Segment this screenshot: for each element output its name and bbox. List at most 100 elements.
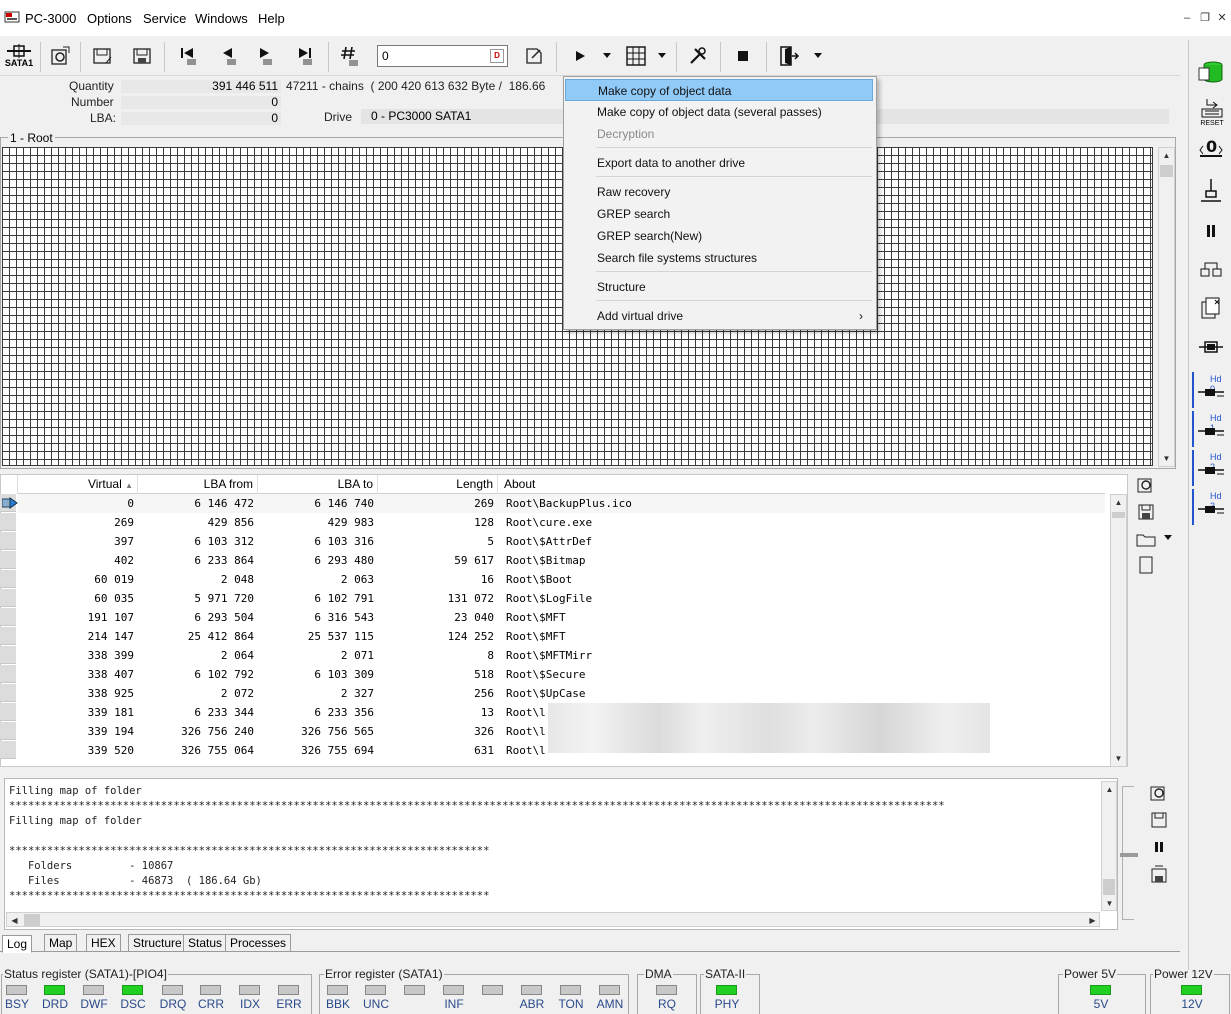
tab-map[interactable]: Map — [44, 934, 78, 952]
exit-icon[interactable] — [774, 40, 804, 72]
cable-icon[interactable] — [1196, 332, 1226, 362]
hd-0-button[interactable]: Hd 0 — [1192, 372, 1228, 408]
menu-item-decryption[interactable]: Decryption — [565, 123, 873, 145]
menu-help[interactable]: Help — [258, 11, 285, 26]
minimize-icon[interactable]: – — [1180, 12, 1194, 24]
col-lba-from[interactable]: LBA from — [138, 475, 258, 494]
row-indicator[interactable] — [0, 722, 16, 740]
open-object-icon[interactable] — [88, 40, 116, 72]
log-export-icon[interactable] — [1146, 861, 1172, 887]
table-row[interactable]: 0 6 146 472 6 146 740 269 Root\BackupPlus.ic… — [18, 494, 1105, 513]
address-input[interactable] — [377, 45, 508, 67]
grid-dropdown-icon[interactable] — [655, 40, 669, 72]
table-save-icon[interactable] — [1133, 499, 1159, 525]
hd-3-button[interactable]: Hd 3 — [1192, 489, 1228, 525]
log-settings-icon[interactable] — [1146, 780, 1172, 806]
table-scrollbar[interactable]: ▲ ▼ — [1110, 494, 1127, 767]
table-folder-dropdown-icon[interactable] — [1164, 535, 1172, 541]
close-icon[interactable]: ✕ — [1215, 12, 1229, 24]
row-indicator[interactable] — [0, 570, 16, 588]
grid-view-icon[interactable] — [622, 40, 650, 72]
col-about[interactable]: About — [498, 475, 1105, 494]
scroll-right-icon[interactable]: ▶ — [1085, 913, 1100, 928]
row-indicator[interactable] — [0, 741, 16, 759]
col-virtual[interactable]: Virtual ▲ — [18, 475, 138, 494]
menu-item-grep-search[interactable]: GREP search — [565, 203, 873, 225]
table-row[interactable]: 338 925 2 072 2 327 256 Root\$UpCase — [18, 684, 1105, 703]
table-document-icon[interactable] — [1133, 552, 1159, 578]
log-slider-handle[interactable] — [1120, 853, 1138, 857]
scroll-up-icon[interactable]: ▲ — [1111, 495, 1126, 510]
address-clear-icon[interactable]: D — [490, 49, 504, 63]
goto-address-icon[interactable] — [520, 40, 548, 72]
row-indicator[interactable] — [0, 646, 16, 664]
stop-icon[interactable] — [730, 40, 756, 72]
log-pause-icon[interactable] — [1146, 834, 1172, 860]
scroll-left-icon[interactable]: ◀ — [7, 913, 22, 928]
sata-port-button[interactable]: SATA1 — [2, 40, 36, 72]
scroll-up-icon[interactable]: ▲ — [1102, 782, 1117, 797]
connect-icon[interactable] — [1196, 176, 1226, 206]
row-indicator[interactable] — [0, 665, 16, 683]
table-row[interactable]: 60 019 2 048 2 063 16 Root\$Boot — [18, 570, 1105, 589]
scroll-up-icon[interactable]: ▲ — [1159, 148, 1174, 163]
start-dropdown-icon[interactable] — [600, 40, 614, 72]
scroll-thumb[interactable] — [1103, 879, 1115, 895]
copy-icon[interactable] — [1196, 294, 1226, 324]
scroll-down-icon[interactable]: ▼ — [1111, 751, 1126, 766]
row-indicator[interactable] — [0, 627, 16, 645]
menu-windows[interactable]: Windows — [195, 11, 248, 26]
table-row[interactable]: 338 399 2 064 2 071 8 Root\$MFTMirr — [18, 646, 1105, 665]
menu-item-structure[interactable]: Structure — [565, 276, 873, 298]
tools-icon[interactable] — [684, 40, 712, 72]
table-row[interactable]: 214 147 25 412 864 25 537 115 124 252 Root\$… — [18, 627, 1105, 646]
table-folder-icon[interactable] — [1133, 526, 1159, 552]
settings-icon[interactable] — [46, 40, 74, 72]
tab-processes[interactable]: Processes — [225, 934, 292, 952]
scroll-thumb[interactable] — [24, 914, 40, 926]
scroll-down-icon[interactable]: ▼ — [1102, 896, 1117, 911]
database-icon[interactable] — [1196, 58, 1226, 88]
table-row[interactable]: 338 407 6 102 792 6 103 309 518 Root\$Secure — [18, 665, 1105, 684]
first-record-icon[interactable] — [174, 40, 202, 72]
row-indicator[interactable] — [0, 703, 16, 721]
menu-item-make-copy-of-object-data[interactable]: Make copy of object data — [565, 79, 873, 101]
table-settings-icon[interactable] — [1133, 472, 1159, 498]
table-row[interactable]: 269 429 856 429 983 128 Root\cure.exe — [18, 513, 1105, 532]
menu-item-raw-recovery[interactable]: Raw recovery — [565, 181, 873, 203]
goto-number-icon[interactable] — [336, 40, 364, 72]
log-hscrollbar[interactable]: ◀ ▶ — [6, 912, 1100, 927]
menu-options[interactable]: Options — [87, 11, 132, 26]
tab-hex[interactable]: HEX — [86, 934, 121, 952]
row-indicator[interactable] — [0, 684, 16, 702]
previous-record-icon[interactable] — [214, 40, 242, 72]
tab-log[interactable]: Log — [2, 935, 33, 953]
col-lba-to[interactable]: LBA to — [258, 475, 378, 494]
hd-1-button[interactable]: Hd 1 — [1192, 411, 1228, 447]
tab-structure[interactable]: Structure — [128, 934, 187, 952]
table-row[interactable]: 402 6 233 864 6 293 480 59 617 Root\$Bitmap — [18, 551, 1105, 570]
menu-item-make-copy-of-object-data-several-passes[interactable]: Make copy of object data (several passes… — [565, 101, 873, 123]
last-record-icon[interactable] — [290, 40, 318, 72]
switch-icon[interactable] — [1196, 254, 1226, 284]
next-record-icon[interactable] — [250, 40, 278, 72]
restore-icon[interactable]: ❐ — [1198, 12, 1212, 24]
log-vscrollbar[interactable]: ▲ ▼ — [1101, 781, 1117, 911]
zero-drive-icon[interactable]: 0 — [1196, 136, 1226, 166]
map-scrollbar[interactable]: ▲ ▼ — [1158, 147, 1175, 467]
scroll-thumb[interactable] — [1112, 512, 1125, 518]
start-icon[interactable] — [566, 40, 594, 72]
menu-item-search-file-systems-structures[interactable]: Search file systems structures — [565, 247, 873, 269]
reset-button[interactable]: RESET — [1197, 97, 1227, 131]
table-row[interactable]: 191 107 6 293 504 6 316 543 23 040 Root\$MFT — [18, 608, 1105, 627]
row-indicator[interactable] — [0, 608, 16, 626]
row-indicator[interactable] — [0, 589, 16, 607]
row-indicator[interactable] — [0, 551, 16, 569]
table-row[interactable]: 397 6 103 312 6 103 316 5 Root\$AttrDef — [18, 532, 1105, 551]
exit-dropdown-icon[interactable] — [811, 40, 825, 72]
col-length[interactable]: Length — [378, 475, 498, 494]
log-save-icon[interactable] — [1146, 807, 1172, 833]
scroll-down-icon[interactable]: ▼ — [1159, 451, 1174, 466]
menu-service[interactable]: Service — [143, 11, 186, 26]
tab-status[interactable]: Status — [183, 934, 228, 952]
